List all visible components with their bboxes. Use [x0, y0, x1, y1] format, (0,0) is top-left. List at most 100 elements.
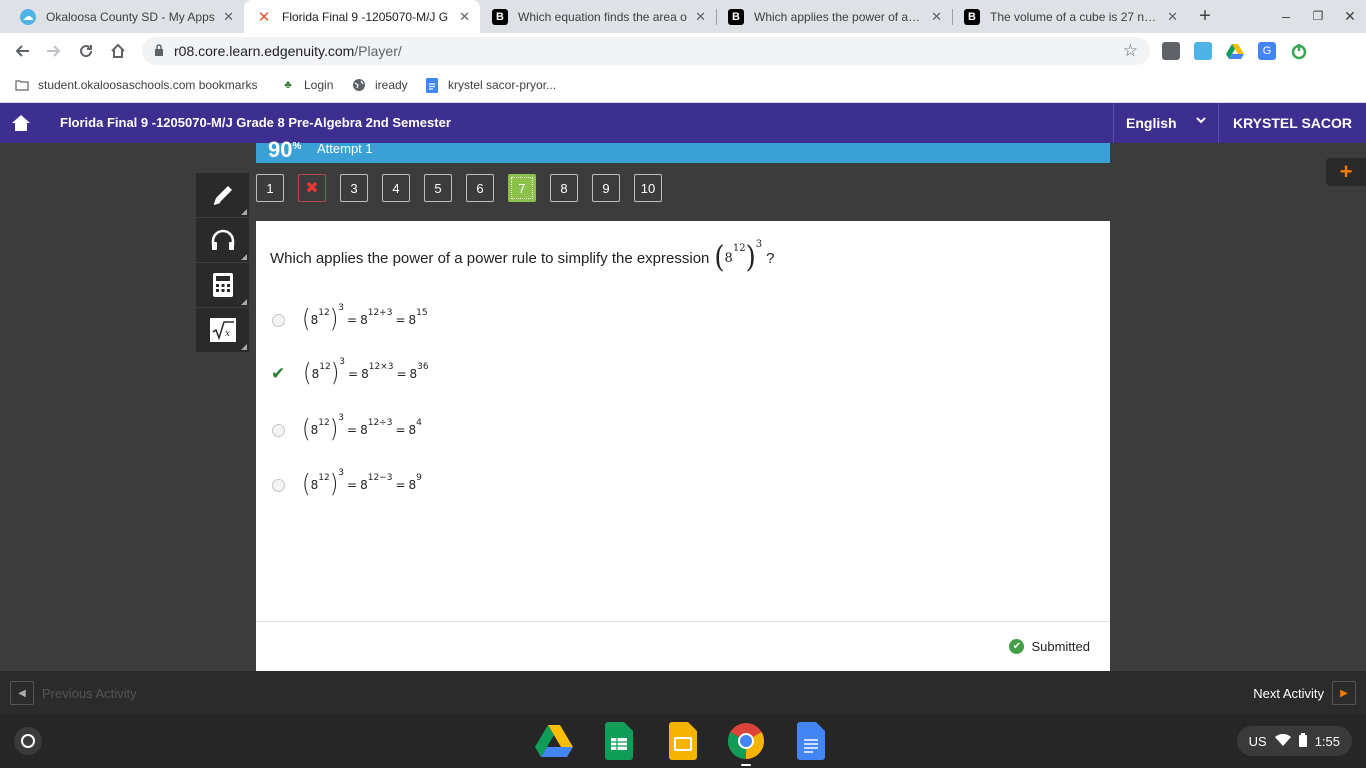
google-drive-icon [535, 725, 573, 757]
activity-content: 90% Attempt 1 x 1 ✖ 3 4 5 6 7 8 9 10 + W… [0, 137, 1366, 671]
radio-button[interactable] [272, 478, 285, 492]
answer-option-3[interactable]: (8 12) 3 = 8 12÷3 = 8 4 [272, 413, 422, 442]
radio-button[interactable] [272, 313, 285, 327]
submission-footer: ✔ Submitted [256, 621, 1110, 671]
close-tab-icon[interactable]: ✕ [1167, 9, 1178, 25]
next-activity-button[interactable]: Next Activity ▶ [1253, 681, 1356, 705]
question-panel: Which applies the power of a power rule … [256, 221, 1110, 671]
user-menu[interactable]: KRYSTEL SACOR [1218, 103, 1366, 143]
google-sheets-app[interactable] [600, 722, 638, 760]
new-tab-button[interactable]: + [1195, 6, 1215, 26]
answer-option-2[interactable]: ✔ (8 12) 3 = 8 12×3 = 8 36 [271, 357, 429, 386]
launcher-button[interactable] [14, 727, 42, 755]
course-home-button[interactable] [0, 103, 42, 143]
question-3-button[interactable]: 3 [340, 174, 368, 202]
close-tab-icon[interactable]: ✕ [459, 9, 470, 25]
bookmarks-bar: student.okaloosaschools.com bookmarks ♣ … [0, 69, 1366, 103]
google-slides-app[interactable] [664, 722, 702, 760]
calculator-icon [212, 273, 233, 297]
question-10-button[interactable]: 10 [634, 174, 662, 202]
chrome-app[interactable] [727, 722, 765, 766]
check-circle-icon: ✔ [1009, 639, 1025, 654]
translate-extension-icon[interactable]: G [1258, 42, 1276, 60]
drive-extension-icon[interactable] [1226, 42, 1244, 60]
tool-palette: x [196, 173, 249, 353]
bookmark-login[interactable]: ♣ Login [280, 77, 333, 93]
pencil-icon [213, 186, 232, 205]
previous-activity-button[interactable]: ◀ Previous Activity [10, 681, 137, 705]
os-shelf: US 1:55 [0, 714, 1366, 768]
cloud-extension-icon[interactable] [1194, 42, 1212, 60]
question-9-button[interactable]: 9 [592, 174, 620, 202]
tab-brainly-power[interactable]: B Which applies the power of a po ✕ [716, 0, 952, 33]
browser-toolbar: r08.core.learn.edgenuity.com/Player/ ☆ G [0, 33, 1366, 69]
close-tab-icon[interactable]: ✕ [223, 9, 234, 25]
pencil-tool[interactable] [196, 173, 249, 218]
question-1-button[interactable]: 1 [256, 174, 284, 202]
question-5-button[interactable]: 5 [424, 174, 452, 202]
close-window-icon[interactable]: ✕ [1340, 6, 1360, 26]
square-root-icon: x [209, 318, 236, 342]
expand-tools-button[interactable]: + [1326, 158, 1366, 186]
back-icon[interactable] [10, 39, 34, 63]
radio-button[interactable] [272, 423, 285, 437]
screenshot-extension-icon[interactable] [1162, 42, 1180, 60]
launcher-circle-icon [21, 734, 35, 748]
score-bar: 90% Attempt 1 [256, 137, 1110, 163]
chrome-icon [727, 723, 765, 759]
lock-icon[interactable] [154, 43, 164, 59]
audio-tool[interactable] [196, 218, 249, 263]
bookmark-krystel-doc[interactable]: krystel sacor-pryor... [424, 77, 556, 93]
arrow-right-icon: ▶ [1332, 681, 1356, 705]
calculator-tool[interactable] [196, 263, 249, 308]
bookmark-iready[interactable]: iready [351, 77, 408, 93]
folder-icon [14, 77, 30, 93]
minimize-icon[interactable]: – [1276, 6, 1296, 26]
google-docs-app[interactable] [792, 722, 830, 760]
google-sheets-icon [605, 722, 633, 760]
google-slides-icon [669, 722, 697, 760]
score-percent: 90% [268, 137, 302, 162]
brainly-icon: B [964, 8, 980, 25]
activity-navigation: ◀ Previous Activity Next Activity ▶ [0, 671, 1366, 714]
tab-edgenuity[interactable]: ✕ Florida Final 9 -1205070-M/J G ✕ [244, 0, 480, 33]
language-select[interactable]: English [1113, 103, 1218, 143]
bookmark-star-icon[interactable]: ☆ [1123, 41, 1138, 61]
attempt-label: Attempt 1 [317, 141, 373, 156]
question-7-button[interactable]: 7 [508, 174, 536, 202]
brainly-icon: B [492, 8, 508, 25]
course-title: Florida Final 9 -1205070-M/J Grade 8 Pre… [60, 115, 451, 130]
tab-okaloosa[interactable]: ☁ Okaloosa County SD - My Apps ✕ [8, 0, 244, 33]
browser-tab-strip: ☁ Okaloosa County SD - My Apps ✕ ✕ Flori… [0, 0, 1366, 33]
google-docs-icon [797, 722, 825, 760]
power-extension-icon[interactable] [1290, 42, 1308, 60]
answer-option-1[interactable]: (8 12) 3 = 8 12+3 = 8 15 [272, 303, 428, 332]
chevron-down-icon [1196, 115, 1206, 127]
battery-icon [1298, 732, 1307, 750]
question-4-button[interactable]: 4 [382, 174, 410, 202]
question-2-button[interactable]: ✖ [298, 174, 326, 202]
submitted-status: ✔ Submitted [1009, 639, 1090, 654]
tab-brainly-cube[interactable]: B The volume of a cube is 27 n Su ✕ [952, 0, 1188, 33]
question-6-button[interactable]: 6 [466, 174, 494, 202]
formula-tool[interactable]: x [196, 308, 249, 353]
answer-option-4[interactable]: (8 12) 3 = 8 12−3 = 8 9 [272, 468, 422, 497]
address-bar[interactable]: r08.core.learn.edgenuity.com/Player/ ☆ [142, 37, 1150, 65]
close-tab-icon[interactable]: ✕ [695, 9, 706, 25]
reload-icon[interactable] [74, 39, 98, 63]
system-tray[interactable]: US 1:55 [1236, 726, 1352, 756]
google-drive-app[interactable] [535, 722, 573, 760]
edgenuity-x-icon: ✕ [257, 8, 271, 26]
okaloosa-cloud-icon: ☁ [20, 8, 36, 25]
home-icon[interactable] [106, 39, 130, 63]
headphones-icon [211, 229, 234, 250]
tab-brainly-area[interactable]: B Which equation finds the area o ✕ [480, 0, 716, 33]
forward-icon[interactable] [42, 39, 66, 63]
close-tab-icon[interactable]: ✕ [931, 9, 942, 25]
arrow-left-icon: ◀ [10, 681, 34, 705]
restore-icon[interactable]: ❐ [1308, 6, 1328, 26]
question-8-button[interactable]: 8 [550, 174, 578, 202]
bookmark-student-folder[interactable]: student.okaloosaschools.com bookmarks [14, 77, 257, 93]
checkmark-icon: ✔ [271, 364, 286, 383]
brainly-icon: B [728, 8, 744, 25]
